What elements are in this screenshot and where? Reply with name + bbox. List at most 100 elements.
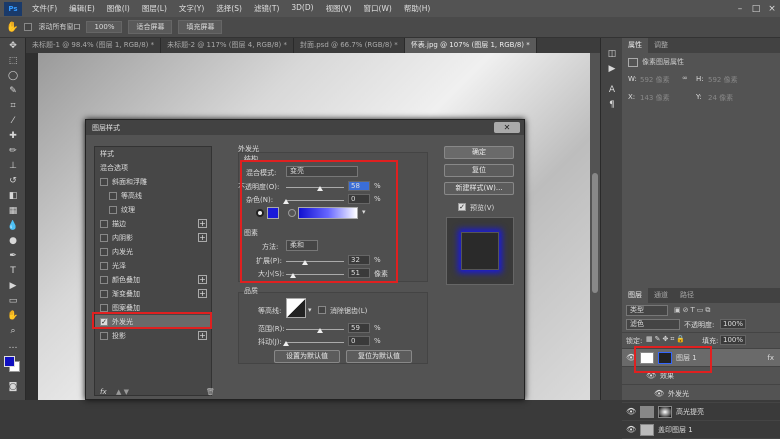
gradient-tool-icon[interactable]: ▦ — [0, 203, 26, 218]
actions-panel-icon[interactable]: ▶ — [601, 61, 623, 76]
foreground-color[interactable] — [4, 356, 15, 367]
shape-tool-icon[interactable]: ▭ — [0, 293, 26, 308]
menu-item[interactable]: 窗口(W) — [358, 3, 398, 14]
contour-dropdown-icon[interactable]: ▾ — [308, 306, 312, 314]
style-checkbox[interactable] — [100, 234, 108, 242]
style-checkbox[interactable] — [100, 248, 108, 256]
link-icon[interactable]: ∞ — [682, 74, 688, 82]
style-list-item[interactable]: 颜色叠加 + — [95, 273, 211, 287]
quick-select-tool-icon[interactable]: ✎ — [0, 83, 26, 98]
brush-tool-icon[interactable]: ✏ — [0, 143, 26, 158]
x-field[interactable]: 143 像素 — [640, 93, 670, 103]
new-style-button[interactable]: 新建样式(W)... — [444, 182, 514, 195]
style-checkbox[interactable] — [100, 262, 108, 270]
document-tab[interactable]: 未标题-2 @ 117% (图层 4, RGB/8) * — [161, 38, 295, 53]
layers-panel-tab[interactable]: 通道 — [648, 288, 674, 303]
add-instance-icon[interactable]: + — [198, 219, 207, 228]
blend-mode-select[interactable]: 滤色 — [626, 319, 680, 330]
menu-item[interactable]: 文件(F) — [26, 3, 63, 14]
menu-item[interactable]: 视图(V) — [320, 3, 358, 14]
fx-menu-icon[interactable]: fx — [100, 388, 107, 396]
add-instance-icon[interactable]: + — [198, 289, 207, 298]
style-list-item[interactable]: 光泽 — [95, 259, 211, 273]
antialias-checkbox[interactable] — [318, 306, 326, 314]
contour-preview[interactable] — [286, 298, 306, 318]
zoom-tool-icon[interactable]: ⌕ — [0, 323, 26, 338]
character-panel-icon[interactable]: A — [601, 82, 623, 97]
scroll-all-checkbox[interactable] — [24, 23, 33, 31]
dialog-close-icon[interactable]: ✕ — [494, 122, 520, 133]
more-tools-icon[interactable]: … — [0, 338, 26, 353]
ok-button[interactable]: 确定 — [444, 146, 514, 159]
maximize-icon[interactable]: □ — [748, 4, 764, 14]
trash-icon[interactable]: 🗑 — [206, 388, 215, 396]
lasso-tool-icon[interactable]: ◯ — [0, 68, 26, 83]
layer-opacity-field[interactable]: 100% — [720, 319, 746, 329]
tab-properties[interactable]: 属性 — [622, 38, 648, 53]
path-select-icon[interactable]: ▶ — [0, 278, 26, 293]
style-checkbox[interactable] — [100, 304, 108, 312]
dodge-tool-icon[interactable]: ● — [0, 233, 26, 248]
menu-item[interactable]: 帮助(H) — [398, 3, 437, 14]
lock-icons[interactable]: ▦✎✥⌗🔒 — [646, 335, 687, 344]
eraser-tool-icon[interactable]: ◧ — [0, 188, 26, 203]
outer-glow-effect-row[interactable]: 👁 外发光 — [622, 385, 780, 403]
range-field[interactable]: 59 — [348, 323, 370, 333]
add-instance-icon[interactable]: + — [198, 275, 207, 284]
history-brush-icon[interactable]: ↺ — [0, 173, 26, 188]
visibility-eye-icon[interactable]: 👁 — [626, 425, 636, 434]
menu-item[interactable]: 编辑(E) — [63, 3, 101, 14]
menu-item[interactable]: 文字(Y) — [173, 3, 210, 14]
style-checkbox[interactable] — [100, 290, 108, 298]
range-slider-knob[interactable] — [317, 328, 324, 333]
fx-badge[interactable]: fx — [767, 354, 774, 362]
style-list-item[interactable]: 等高线 — [95, 189, 211, 203]
color-swatches[interactable] — [0, 353, 25, 379]
style-list-item[interactable]: 混合选项 — [95, 161, 211, 175]
vertical-scrollbar[interactable] — [590, 53, 600, 400]
outer-glow-eye-icon[interactable]: 👁 — [654, 389, 664, 398]
preview-checkbox[interactable]: ✓ — [458, 203, 466, 211]
hand-tool-icon[interactable]: ✋ — [6, 22, 18, 33]
jitter-field[interactable]: 0 — [348, 336, 370, 346]
style-checkbox[interactable] — [100, 178, 108, 186]
reset-button[interactable]: 复位 — [444, 164, 514, 177]
scroll-thumb[interactable] — [592, 173, 598, 293]
visibility-eye-icon[interactable]: 👁 — [626, 407, 636, 416]
style-checkbox[interactable] — [100, 220, 108, 228]
style-list-item[interactable]: 内阴影 + — [95, 231, 211, 245]
eyedropper-tool-icon[interactable]: ⁄ — [0, 113, 26, 128]
marquee-tool-icon[interactable]: ⬚ — [0, 53, 26, 68]
document-tab[interactable]: 封面.psd @ 66.7% (RGB/8) * — [294, 38, 405, 53]
style-list-item[interactable]: 样式 — [95, 147, 211, 161]
jitter-slider[interactable] — [286, 342, 344, 343]
layer-fill-field[interactable]: 100% — [720, 335, 746, 345]
style-checkbox[interactable] — [109, 206, 117, 214]
reset-default-button[interactable]: 复位为默认值 — [346, 350, 412, 363]
h-field[interactable]: 592 像素 — [708, 75, 738, 85]
hand-tool-icon[interactable]: ✋ — [0, 308, 26, 323]
style-list-item[interactable]: 纹理 — [95, 203, 211, 217]
add-instance-icon[interactable]: + — [198, 331, 207, 340]
menu-item[interactable]: 选择(S) — [210, 3, 248, 14]
style-list-item[interactable]: 渐变叠加 + — [95, 287, 211, 301]
style-list-item[interactable]: 内发光 — [95, 245, 211, 259]
history-panel-icon[interactable]: ◫ — [601, 46, 623, 61]
menu-item[interactable]: 图层(L) — [136, 3, 173, 14]
set-default-button[interactable]: 设置为默认值 — [274, 350, 340, 363]
range-slider[interactable] — [286, 329, 344, 330]
stamp-tool-icon[interactable]: ⊥ — [0, 158, 26, 173]
close-icon[interactable]: × — [764, 4, 780, 14]
menu-item[interactable]: 滤镜(T) — [248, 3, 285, 14]
fit-screen-button[interactable]: 适合屏幕 — [128, 20, 173, 34]
zoom-100-button[interactable]: 100% — [86, 21, 123, 33]
minimize-icon[interactable]: – — [732, 4, 748, 14]
crop-tool-icon[interactable]: ⌗ — [0, 98, 26, 113]
layer-row-highlight[interactable]: 👁 高光提亮 — [622, 403, 780, 421]
menu-item[interactable]: 图像(I) — [101, 3, 136, 14]
jitter-slider-knob[interactable] — [283, 341, 289, 346]
document-tab[interactable]: 怀表.jpg @ 107% (图层 1, RGB/8) * — [404, 38, 537, 53]
tab-adjustments[interactable]: 调整 — [648, 38, 674, 53]
menu-item[interactable]: 3D(D) — [285, 3, 319, 14]
style-checkbox[interactable] — [109, 192, 117, 200]
